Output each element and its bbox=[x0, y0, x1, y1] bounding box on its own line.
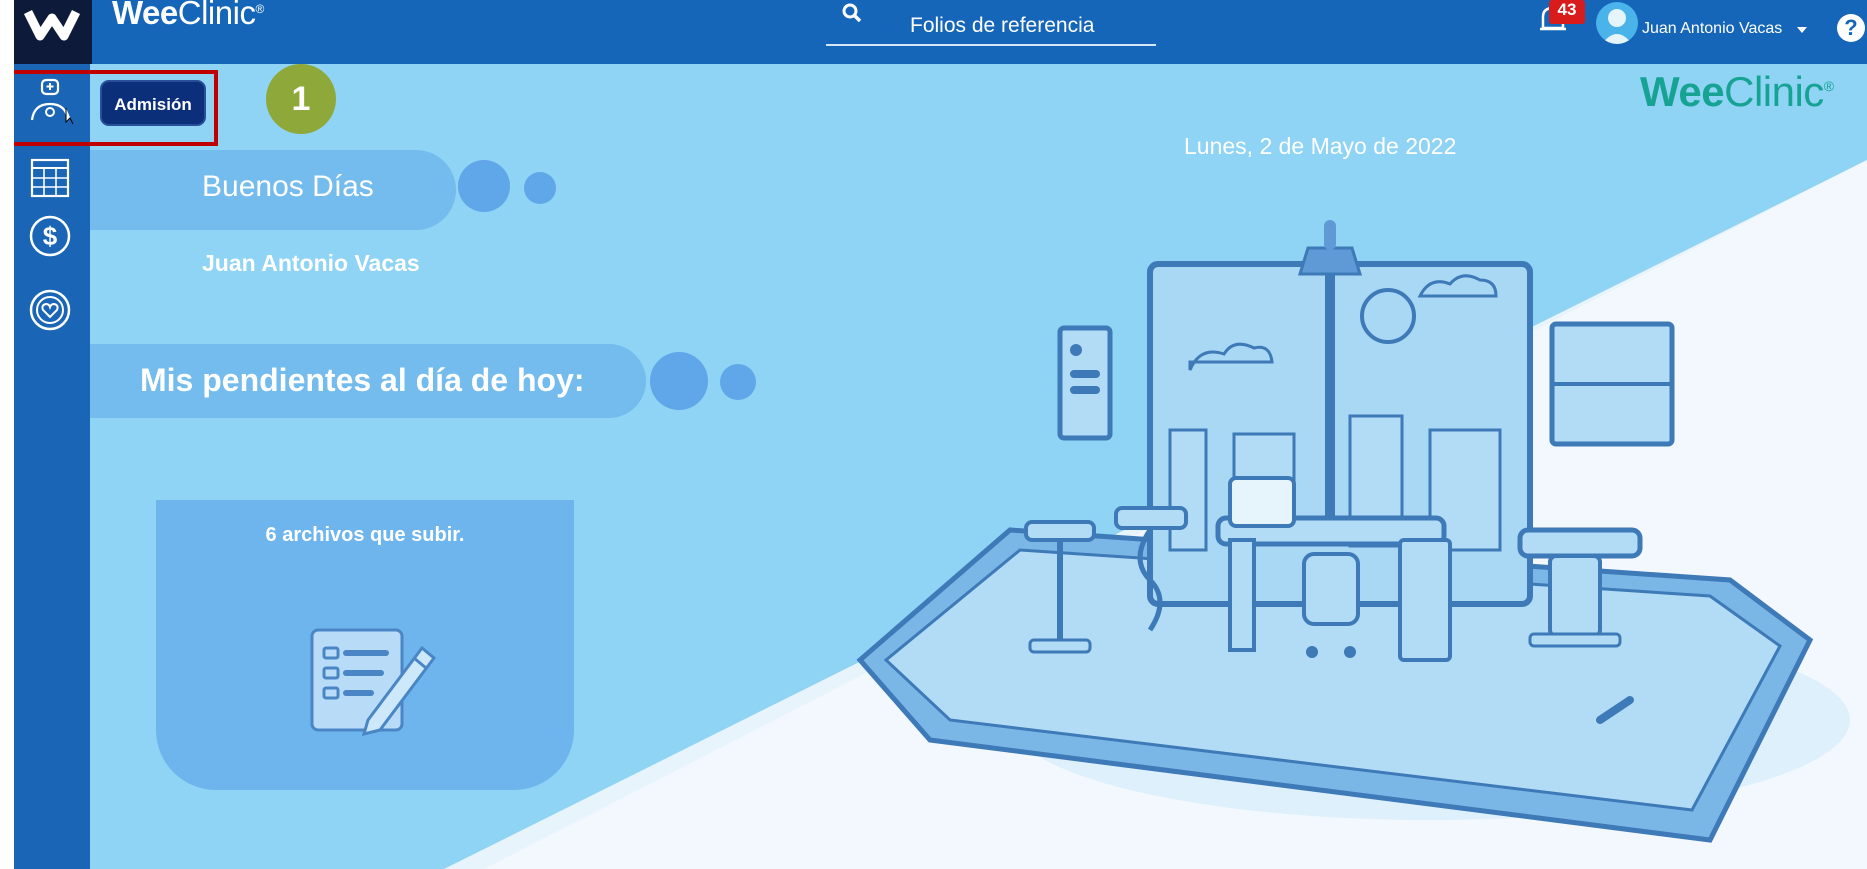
dollar-icon[interactable]: $ bbox=[26, 212, 74, 260]
search-field[interactable]: Folios de referencia bbox=[826, 0, 1156, 46]
brand-prefix: Wee bbox=[112, 0, 178, 31]
brand-reg-mark: ® bbox=[255, 2, 264, 16]
app-logo[interactable] bbox=[14, 0, 92, 64]
help-icon[interactable]: ? bbox=[1837, 14, 1865, 42]
logo-reg-mark: ® bbox=[1823, 78, 1834, 94]
w-logo-icon bbox=[23, 9, 81, 41]
decor-dot bbox=[458, 160, 510, 212]
greeting-user-name: Juan Antonio Vacas bbox=[202, 250, 420, 276]
sidebar: $ bbox=[14, 64, 90, 869]
pending-title: Mis pendientes al día de hoy: bbox=[140, 362, 585, 398]
notification-badge[interactable]: 43 bbox=[1549, 0, 1585, 24]
decor-dot bbox=[650, 352, 708, 410]
app-screen: WeeClinic® Folios de referencia 43 Juan … bbox=[14, 0, 1867, 869]
decor-dot bbox=[524, 172, 556, 204]
heart-ring-icon[interactable] bbox=[26, 286, 74, 334]
brand-title: WeeClinic® bbox=[112, 0, 264, 32]
calendar-icon[interactable] bbox=[26, 154, 74, 202]
svg-text:$: $ bbox=[43, 221, 58, 251]
greeting-text: Buenos Días bbox=[202, 170, 374, 203]
user-name-menu[interactable]: Juan Antonio Vacas bbox=[1642, 20, 1782, 38]
current-date: Lunes, 2 de Mayo de 2022 bbox=[1184, 133, 1457, 159]
logo-suffix: Clinic bbox=[1724, 68, 1824, 115]
pending-files-card[interactable]: 6 archivos que subir. bbox=[156, 500, 574, 790]
step-badge: 1 bbox=[266, 64, 336, 134]
logo-prefix: Wee bbox=[1640, 68, 1725, 115]
avatar[interactable] bbox=[1596, 2, 1638, 44]
card-label: 6 archivos que subir. bbox=[265, 524, 465, 546]
decor-dot bbox=[720, 364, 756, 400]
brand-suffix: Clinic bbox=[177, 0, 256, 31]
user-avatar-icon bbox=[1602, 9, 1632, 44]
chevron-down-icon[interactable] bbox=[1797, 27, 1807, 33]
document-edit-icon bbox=[310, 628, 437, 737]
highlight-box bbox=[14, 70, 218, 146]
search-icon[interactable] bbox=[840, 2, 864, 26]
search-label: Folios de referencia bbox=[910, 14, 1095, 37]
weeclinic-logo: WeeClinic® bbox=[1640, 68, 1834, 116]
office-illustration bbox=[856, 220, 1850, 843]
top-bar: WeeClinic® Folios de referencia 43 Juan … bbox=[14, 0, 1867, 64]
